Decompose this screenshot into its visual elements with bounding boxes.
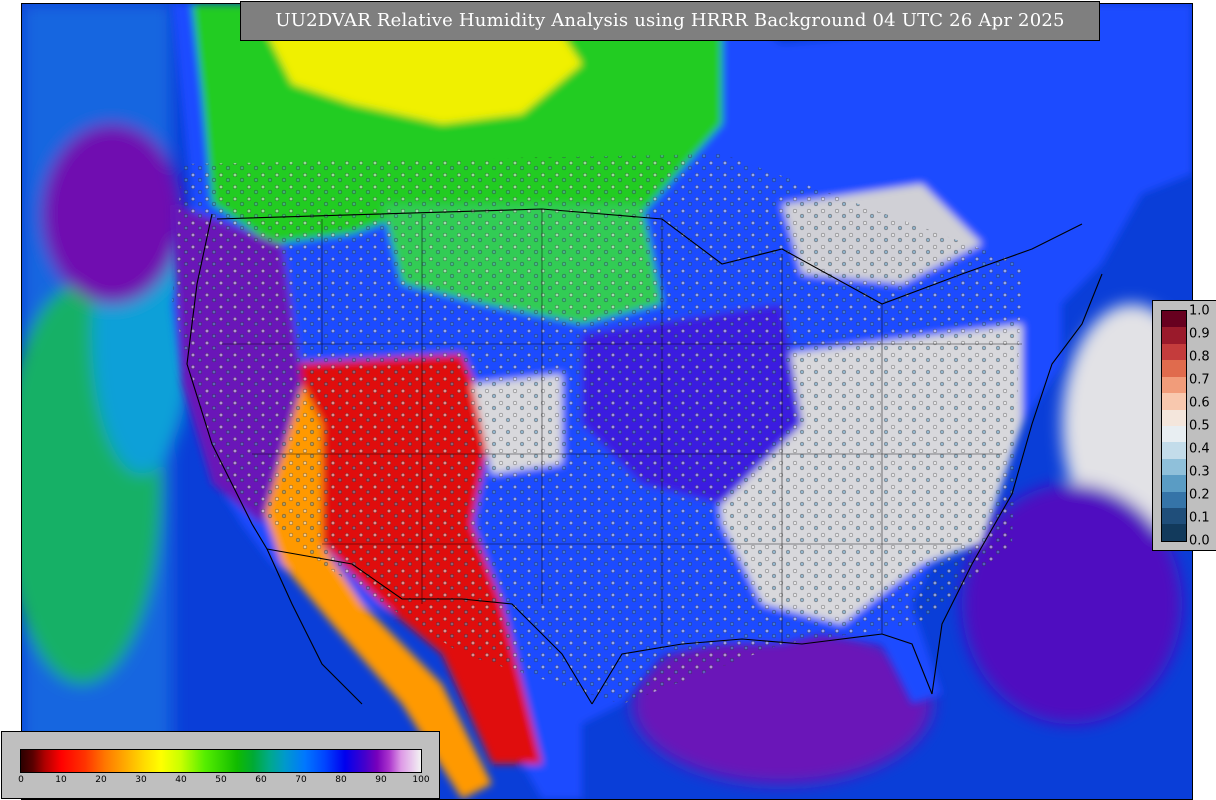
rh-tick-label: 60: [255, 775, 267, 785]
rh-tick-label: 50: [215, 775, 227, 785]
rh-tick-label: 30: [135, 775, 147, 785]
ob-colorbar-segment: [1162, 376, 1186, 394]
ob-tick-label: 1.0: [1189, 303, 1210, 319]
ob-tick-label: 0.4: [1189, 441, 1210, 457]
ob-tick-label: 0.6: [1189, 395, 1210, 411]
ob-tick-label: 0.1: [1189, 510, 1210, 526]
rh-tick-label: 10: [55, 775, 67, 785]
ob-colorbar-segment: [1162, 425, 1186, 443]
ob-colorbar-segment: [1162, 491, 1186, 509]
ob-colorbar-segment: [1162, 524, 1186, 541]
rh-colorbar: [20, 749, 422, 773]
rh-colorbar-legend: 0 10 20 30 40 50 60 70 80 90 100: [1, 731, 440, 799]
analysis-map-canvas: [22, 4, 1192, 799]
rh-tick-label: 80: [335, 775, 347, 785]
ob-colorbar-segment: [1162, 311, 1186, 328]
ob-colorbar-segment: [1162, 442, 1186, 459]
rh-tick-label: 70: [295, 775, 307, 785]
ob-tick-label: 0.0: [1189, 533, 1210, 549]
ob-colorbar: [1161, 310, 1187, 542]
ob-tick-label: 0.8: [1189, 349, 1210, 365]
ob-tick-label: 0.9: [1189, 326, 1210, 342]
ob-tick-label: 0.2: [1189, 487, 1210, 503]
ob-colorbar-segment: [1162, 508, 1186, 525]
ob-colorbar-segment: [1162, 409, 1186, 426]
humidity-map: [21, 3, 1193, 800]
ob-tick-label: 0.7: [1189, 372, 1210, 388]
ob-colorbar-segment: [1162, 343, 1186, 361]
rh-tick-label: 100: [412, 775, 430, 785]
rh-tick-label: 0: [18, 775, 24, 785]
ob-colorbar-segment: [1162, 393, 1186, 410]
map-title: UU2DVAR Relative Humidity Analysis using…: [240, 1, 1100, 41]
ob-colorbar-segment: [1162, 458, 1186, 476]
ob-colorbar-segment: [1162, 360, 1186, 377]
rh-tick-label: 20: [95, 775, 107, 785]
ob-colorbar-legend: 1.0 0.9 0.8 0.7 0.6 0.5 0.4 0.3 0.2 0.1 …: [1152, 300, 1216, 551]
pacific-purple-swirl: [42, 124, 182, 304]
ob-colorbar-segment: [1162, 475, 1186, 492]
ob-tick-label: 0.5: [1189, 418, 1210, 434]
ob-tick-label: 0.3: [1189, 464, 1210, 480]
ob-colorbar-segment: [1162, 327, 1186, 344]
rh-tick-label: 40: [175, 775, 187, 785]
rh-tick-label: 90: [375, 775, 387, 785]
